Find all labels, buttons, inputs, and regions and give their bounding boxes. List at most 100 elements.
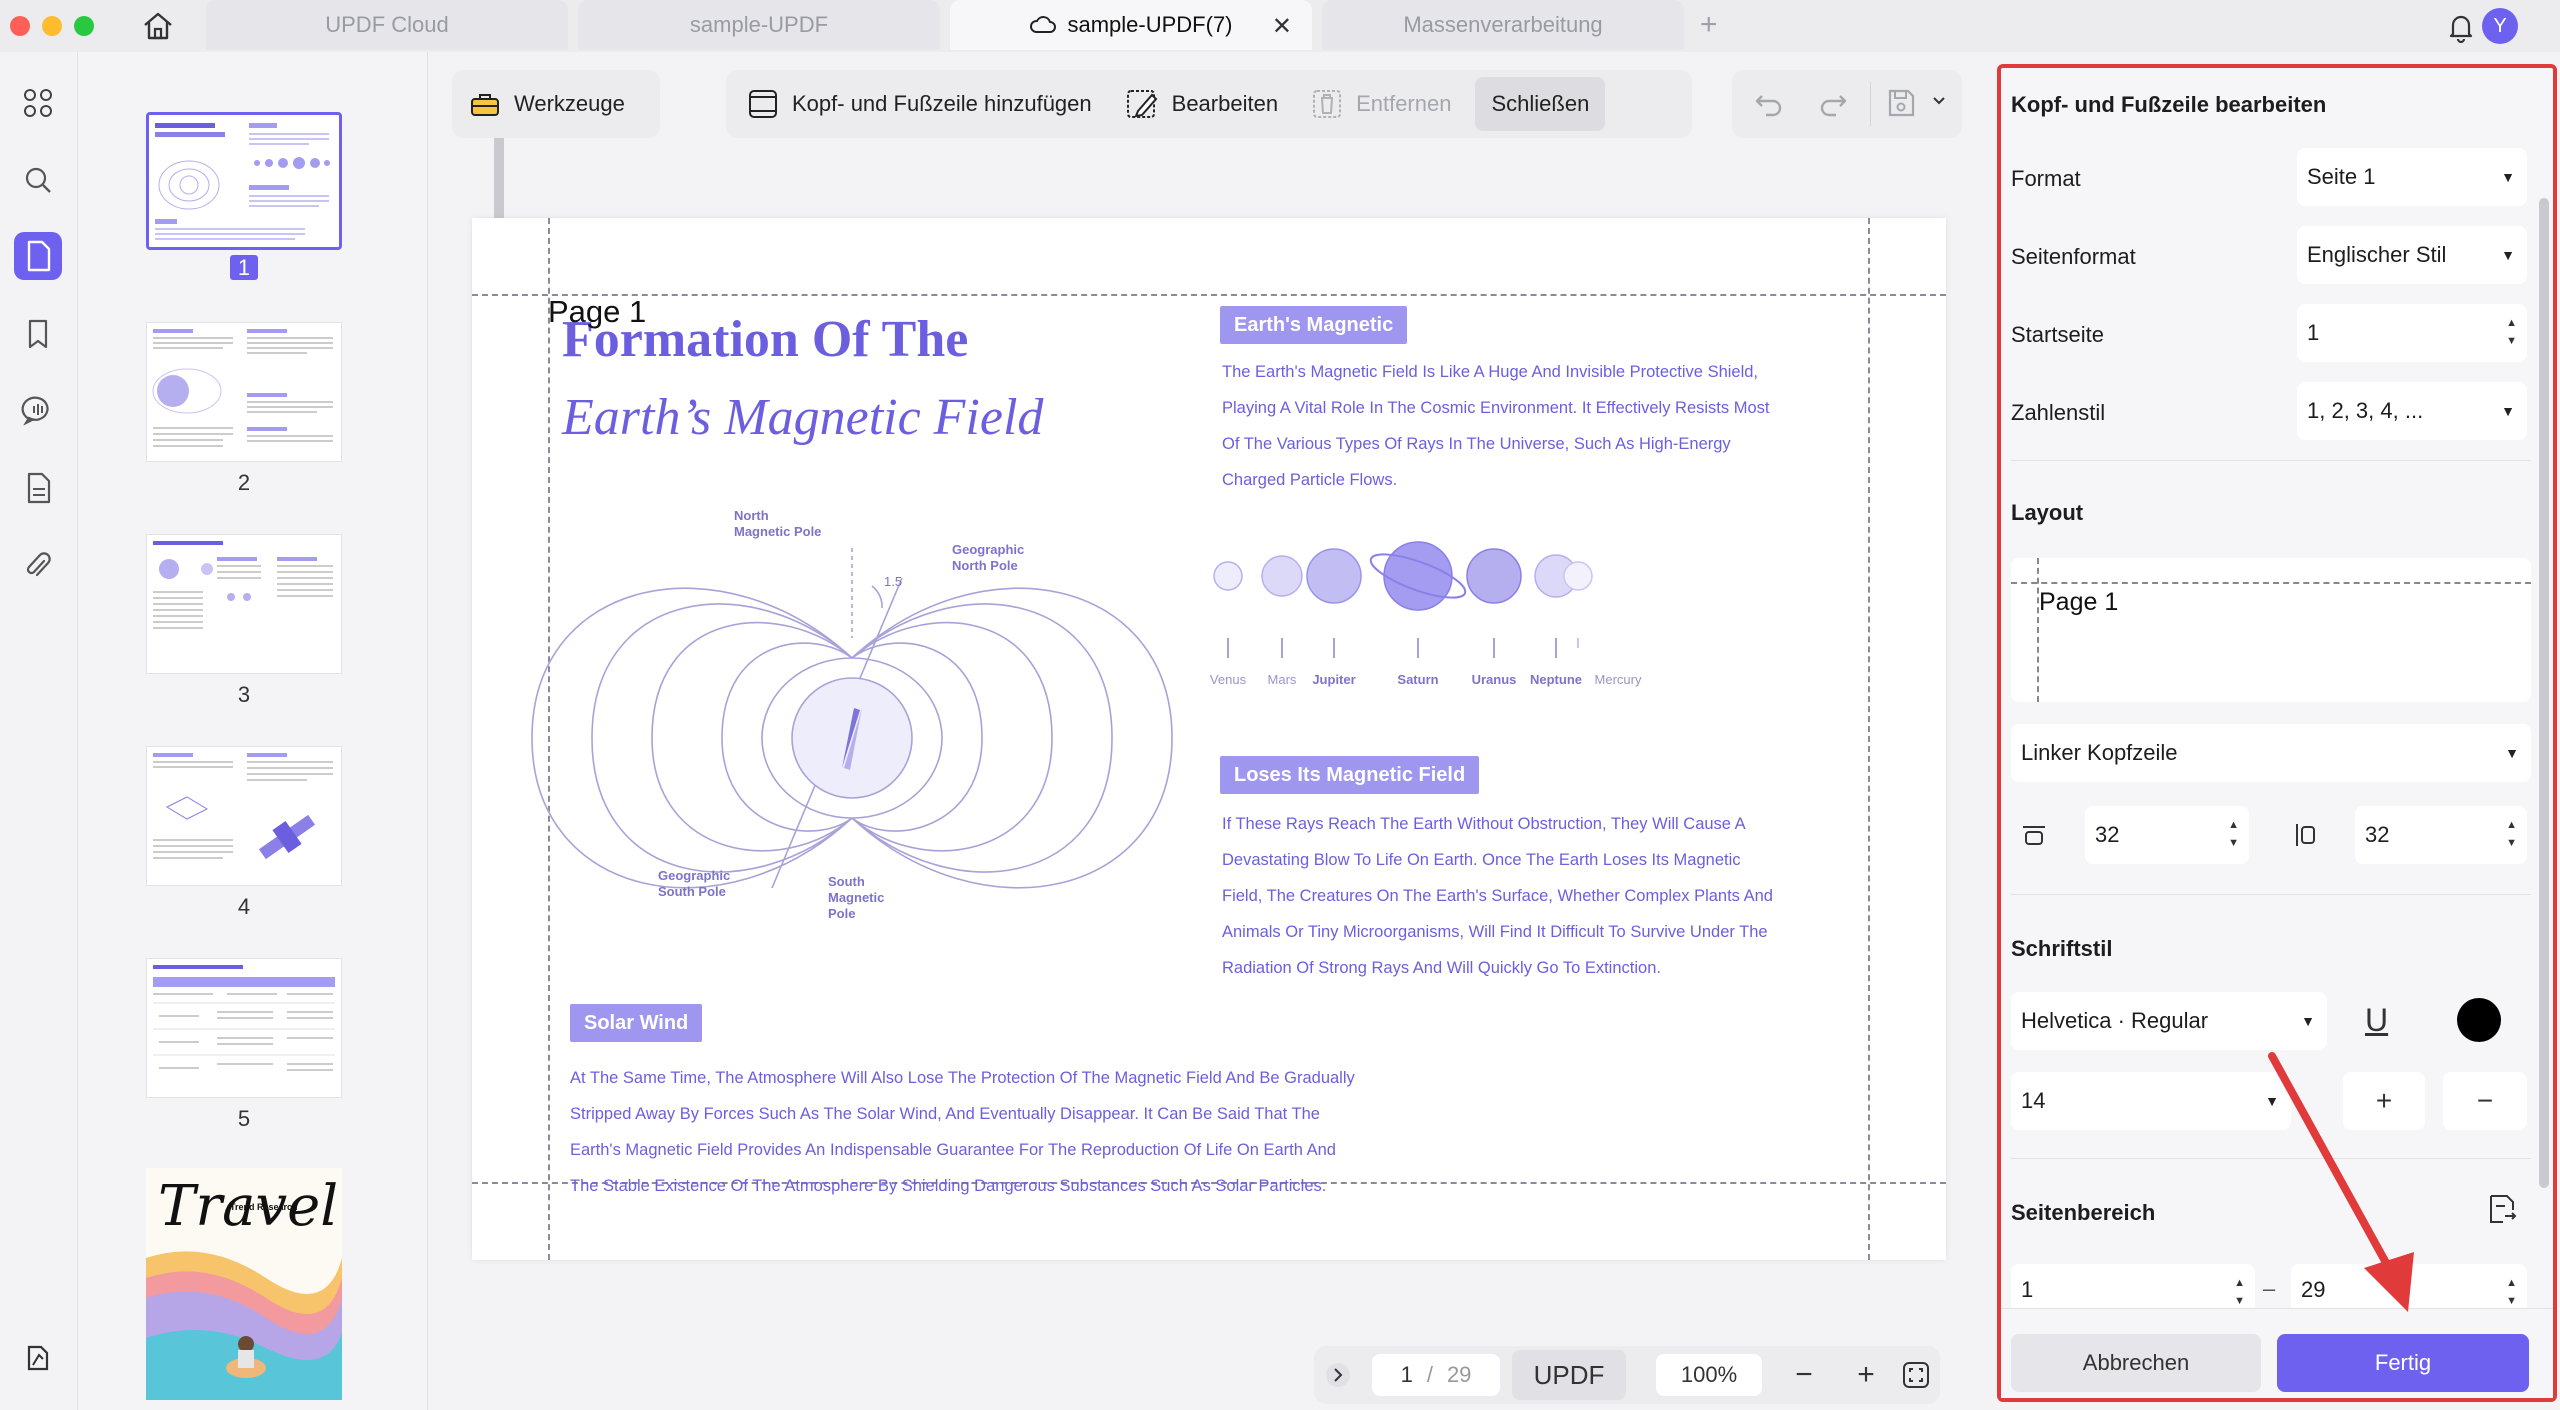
- tab-massenverarbeitung[interactable]: Massenverarbeitung: [1322, 0, 1684, 50]
- tools-button[interactable]: Werkzeuge: [452, 77, 641, 131]
- south-magnetic-pole-label: South Magnetic Pole: [828, 874, 885, 921]
- layers-icon[interactable]: [14, 1334, 62, 1382]
- tab-sample-updf-7[interactable]: sample-UPDF(7) ✕: [950, 0, 1312, 50]
- thumbnail-page-5[interactable]: [146, 958, 342, 1098]
- edit-button[interactable]: Bearbeiten: [1108, 77, 1294, 131]
- page-header-icon: [749, 90, 777, 118]
- thumbnail-page-3[interactable]: [146, 534, 342, 674]
- save-icon[interactable]: [1884, 86, 1918, 125]
- zoom-out-icon[interactable]: −: [1784, 1346, 1824, 1404]
- stepper-arrows-icon[interactable]: ▲ ▼: [2228, 816, 2239, 852]
- chevron-down-icon[interactable]: [1930, 92, 1948, 115]
- stepper-arrows-icon[interactable]: ▲ ▼: [2506, 1274, 2517, 1310]
- zoom-level[interactable]: 100%: [1656, 1354, 1762, 1396]
- section1-body: The Earth's Magnetic Field Is Like A Hug…: [1222, 363, 1770, 489]
- thumbnail-panel: 1 2 3 4 5 Travel Trend Research: [78, 52, 504, 1410]
- planet-label: Jupiter: [1312, 672, 1356, 687]
- close-label: Schließen: [1491, 91, 1590, 116]
- start-page-stepper[interactable]: 1 ▲ ▼: [2297, 304, 2527, 362]
- divider: [2011, 894, 2531, 895]
- page-icon[interactable]: [14, 232, 62, 280]
- layout-guide-v: [2037, 558, 2039, 702]
- number-style-value: 1, 2, 3, 4, ...: [2307, 398, 2424, 423]
- font-size-select[interactable]: 14 ▼: [2011, 1072, 2291, 1130]
- window-minimize-button[interactable]: [42, 16, 62, 36]
- close-tab-icon[interactable]: ✕: [1272, 12, 1292, 41]
- chevron-down-icon: ▼: [2501, 169, 2515, 185]
- add-header-footer-label: Kopf- und Fußzeile hinzufügen: [792, 91, 1092, 116]
- tab-sample-updf[interactable]: sample-UPDF: [578, 0, 940, 50]
- close-button[interactable]: Schließen: [1475, 77, 1606, 131]
- remove-button[interactable]: Entfernen: [1294, 77, 1467, 131]
- doc-title-line2: Earth’s Magnetic Field: [562, 389, 1044, 446]
- layout-preview[interactable]: Page 1: [2011, 558, 2531, 702]
- panel-title: Kopf- und Fußzeile bearbeiten: [2011, 92, 2327, 117]
- format-select[interactable]: Seite 1 ▼: [2297, 148, 2527, 206]
- add-header-footer-button[interactable]: Kopf- und Fußzeile hinzufügen: [730, 77, 1108, 131]
- chevron-right-icon[interactable]: [1322, 1346, 1354, 1404]
- layout-guide-h: [2011, 582, 2531, 584]
- header-footer-toolbar: Kopf- und Fußzeile hinzufügen Bearbeiten…: [726, 70, 1692, 138]
- tools-group: Werkzeuge: [452, 70, 660, 138]
- section3-body: At The Same Time, The Atmosphere Will Al…: [570, 1069, 1355, 1195]
- window-close-button[interactable]: [10, 16, 30, 36]
- thumbnail-page-6[interactable]: Travel Trend Research: [146, 1168, 342, 1400]
- start-page-value: 1: [2307, 320, 2320, 345]
- chevron-down-icon: ▼: [2505, 745, 2519, 761]
- thumbnail-page-2[interactable]: [146, 322, 342, 462]
- window-zoom-button[interactable]: [74, 16, 94, 36]
- panel-scrollbar[interactable]: [2539, 198, 2549, 1188]
- document-page[interactable]: Formation Of The Earth’s Magnetic Field …: [472, 218, 1946, 1260]
- done-button[interactable]: Fertig: [2277, 1334, 2529, 1392]
- planet-label: Saturn: [1397, 672, 1439, 687]
- stepper-arrows-icon[interactable]: ▲ ▼: [2506, 816, 2517, 852]
- page-format-value: Englischer Stil: [2307, 242, 2447, 267]
- underline-icon[interactable]: U: [2365, 1002, 2388, 1039]
- section-tag-earths-magnetic: Earth's Magnetic: [1220, 306, 1408, 344]
- thumbnail-number: 2: [237, 470, 251, 495]
- side-margin-stepper[interactable]: 32 ▲ ▼: [2355, 806, 2527, 864]
- font-select[interactable]: Helvetica · Regular ▼: [2011, 992, 2327, 1050]
- north-magnetic-pole-label: North Magnetic Pole: [734, 508, 822, 539]
- fit-page-icon[interactable]: [1898, 1346, 1934, 1404]
- chevron-down-icon: ▼: [2501, 247, 2515, 263]
- header-guide: [472, 294, 1946, 296]
- number-style-select[interactable]: 1, 2, 3, 4, ... ▼: [2297, 382, 2527, 440]
- thumbnail-page-4[interactable]: [146, 746, 342, 886]
- thumbnail-page-1[interactable]: [146, 112, 342, 250]
- new-tab-icon[interactable]: +: [1700, 8, 1718, 42]
- top-margin-stepper[interactable]: 32 ▲ ▼: [2085, 806, 2249, 864]
- page-format-select[interactable]: Englischer Stil ▼: [2297, 226, 2527, 284]
- page-navigation-bar: 1 / 29 UPDF 100% − +: [1314, 1346, 1940, 1404]
- grid-icon[interactable]: [14, 79, 62, 127]
- thumbnail-number: 1: [146, 255, 342, 281]
- layout-preview-text: Page 1: [2039, 588, 2119, 616]
- text-color-swatch[interactable]: [2457, 998, 2501, 1042]
- mercury-mark: [1563, 561, 1593, 648]
- avatar[interactable]: Y: [2482, 8, 2518, 44]
- thumbnail-number: 5: [237, 1106, 251, 1131]
- cancel-button[interactable]: Abbrechen: [2011, 1334, 2261, 1392]
- undo-icon[interactable]: [1752, 86, 1786, 125]
- home-icon[interactable]: [138, 8, 178, 44]
- font-value: Helvetica · Regular: [2021, 1008, 2209, 1033]
- attachment-icon[interactable]: [14, 542, 62, 590]
- redo-icon[interactable]: [1816, 86, 1850, 125]
- stepper-arrows-icon[interactable]: ▲ ▼: [2506, 314, 2517, 350]
- updf-badge[interactable]: UPDF: [1512, 1350, 1626, 1400]
- range-from-value: 1: [2021, 1277, 2034, 1302]
- page-number-input[interactable]: 1 / 29: [1372, 1354, 1500, 1396]
- bookmark-icon[interactable]: [14, 310, 62, 358]
- page-range-settings-icon[interactable]: [2485, 1192, 2519, 1231]
- document-icon[interactable]: [14, 464, 62, 512]
- travel-subtitle: Trend Research: [230, 1202, 298, 1212]
- comment-icon[interactable]: [14, 386, 62, 434]
- zoom-in-icon[interactable]: +: [1846, 1346, 1886, 1404]
- stepper-arrows-icon[interactable]: ▲ ▼: [2234, 1274, 2245, 1310]
- total-pages: 29: [1446, 1362, 1472, 1387]
- bell-icon[interactable]: [2444, 10, 2478, 49]
- search-icon[interactable]: [14, 156, 62, 204]
- tab-updf-cloud[interactable]: UPDF Cloud: [206, 0, 568, 50]
- decrease-font-button[interactable]: −: [2443, 1072, 2527, 1130]
- position-select[interactable]: Linker Kopfzeile ▼: [2011, 724, 2531, 782]
